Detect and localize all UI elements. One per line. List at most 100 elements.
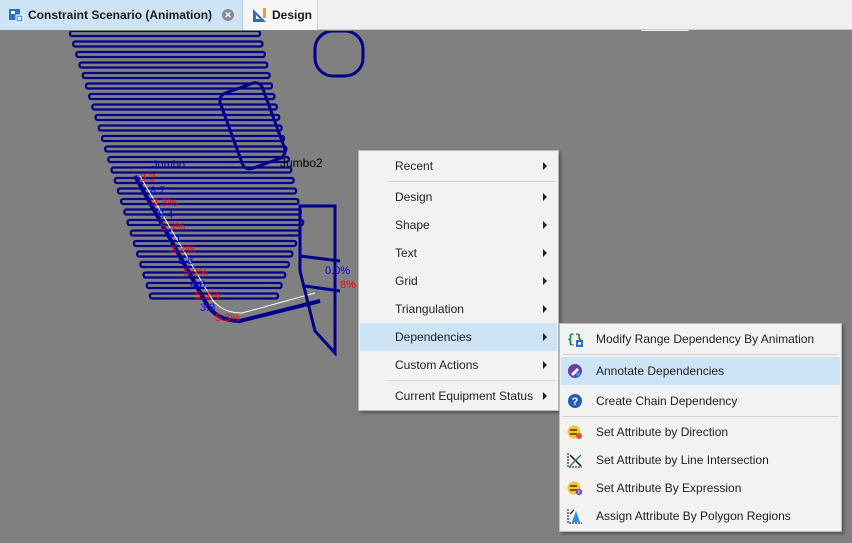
menu-item-recent[interactable]: Recent — [360, 152, 557, 180]
menu-item-label: Text — [395, 246, 418, 260]
menu-item-label: Assign Attribute By Polygon Regions — [596, 509, 791, 523]
design-bar — [91, 103, 278, 111]
menu-item-label: Recent — [395, 159, 434, 173]
design-bar — [136, 250, 294, 258]
percent-label: 8% — [340, 279, 356, 291]
menu-item-label: Annotate Dependencies — [596, 364, 725, 378]
design-bar — [132, 239, 298, 248]
menu-item-label: Create Chain Dependency — [596, 394, 738, 408]
attribute-expression-icon: f — [567, 481, 583, 496]
menu-item-modify-range-dependency[interactable]: {} Modify Range Dependency By Animation — [561, 325, 840, 353]
menu-item-custom-actions[interactable]: Custom Actions — [360, 351, 557, 379]
scenario-icon — [9, 9, 24, 23]
design-linework — [68, 31, 365, 357]
submenu-arrow-icon — [543, 193, 547, 201]
percent-label: 8.4 — [158, 209, 173, 221]
braces-icon: {} — [567, 332, 583, 347]
ramp-outline — [298, 204, 337, 357]
menu-item-label: Custom Actions — [395, 358, 479, 372]
context-menu: Recent Design Shape Text Grid Triangulat… — [358, 150, 559, 411]
percent-label: 3.3% — [152, 197, 177, 209]
submenu-arrow-icon — [543, 392, 547, 400]
menu-separator — [389, 181, 555, 182]
menu-item-create-chain-dependency[interactable]: ? Create Chain Dependency — [561, 387, 840, 415]
design-bar — [75, 50, 266, 59]
submenu-arrow-icon — [543, 361, 547, 369]
line-intersection-icon — [567, 453, 582, 468]
attribute-direction-icon — [567, 425, 582, 439]
menu-item-current-equipment-status[interactable]: Current Equipment Status — [360, 382, 557, 410]
design-bar — [145, 281, 283, 290]
percent-label: 5.8 — [178, 255, 193, 267]
submenu-arrow-icon — [543, 249, 547, 257]
design-bar — [142, 271, 287, 279]
polygon-regions-icon — [567, 509, 582, 524]
close-icon[interactable]: ✕ — [222, 9, 234, 21]
percent-label: 3.3 — [200, 302, 215, 314]
design-bar — [100, 134, 286, 143]
menu-item-set-attribute-by-direction[interactable]: Set Attribute by Direction — [561, 418, 840, 446]
menu-item-label: Grid — [395, 274, 418, 288]
submenu-arrow-icon — [543, 221, 547, 229]
design-bar — [94, 113, 281, 122]
menu-separator — [563, 416, 838, 417]
design-bar — [110, 166, 293, 174]
design-bar — [72, 40, 264, 48]
menu-item-annotate-dependencies[interactable]: Annotate Dependencies — [561, 357, 840, 385]
menu-item-set-attribute-by-expression[interactable]: f Set Attribute By Expression — [561, 474, 840, 502]
percent-label: 0.0% — [325, 265, 350, 277]
design-bar — [81, 71, 271, 80]
svg-text:?: ? — [572, 396, 579, 408]
loop-structure — [313, 31, 365, 78]
menu-item-label: Set Attribute By Expression — [596, 481, 742, 495]
submenu-arrow-icon — [543, 277, 547, 285]
menu-separator — [563, 354, 838, 355]
tab-label: Design — [272, 8, 313, 22]
design-bar — [68, 31, 262, 38]
percent-label: 5.3% — [160, 221, 185, 233]
menu-item-label: Set Attribute by Line Intersection — [596, 453, 769, 467]
tab-constraint-scenario[interactable]: Constraint Scenario (Animation) ✕ — [0, 0, 243, 30]
design-bar — [126, 218, 305, 227]
menu-item-label: Dependencies — [395, 330, 472, 344]
design-icon — [253, 8, 266, 22]
menu-separator — [389, 380, 555, 381]
menu-item-set-attribute-by-line-intersection[interactable]: Set Attribute by Line Intersection — [561, 446, 840, 474]
design-bar — [78, 61, 269, 69]
percent-label: 5.3% — [215, 312, 240, 324]
percent-label: 3.3 — [140, 172, 155, 184]
menu-item-label: Design — [395, 190, 433, 204]
design-bar — [97, 124, 283, 132]
tab-label: Constraint Scenario (Animation) — [28, 8, 213, 22]
menu-item-shape[interactable]: Shape — [360, 211, 557, 239]
menu-item-label: Shape — [395, 218, 430, 232]
menu-item-grid[interactable]: Grid — [360, 267, 557, 295]
percent-label: 5.3% — [195, 290, 220, 302]
menu-item-label: Triangulation — [395, 302, 464, 316]
submenu-arrow-icon — [543, 333, 547, 341]
submenu-arrow-icon — [543, 162, 547, 170]
scene-label-jumbo-partial: Jumbo — [152, 159, 185, 171]
menu-item-dependencies[interactable]: Dependencies — [360, 323, 557, 351]
menu-item-design[interactable]: Design — [360, 183, 557, 211]
menu-item-label: Set Attribute by Direction — [596, 425, 729, 439]
design-bar — [139, 260, 290, 269]
menu-item-label: Modify Range Dependency By Animation — [596, 332, 815, 346]
help-circle-icon: ? — [568, 394, 582, 408]
percent-label: 8.7 — [150, 185, 165, 197]
design-bar — [129, 229, 301, 237]
design-bar — [107, 155, 290, 164]
percent-label: 5.3% — [183, 267, 208, 279]
menu-item-label: Current Equipment Status — [395, 389, 534, 403]
tab-design[interactable]: Design — [244, 0, 318, 30]
design-bar — [123, 208, 302, 216]
scene-label-jumbo2: Jumbo2 — [280, 156, 323, 170]
menu-item-assign-attribute-by-polygon-regions[interactable]: Assign Attribute By Polygon Regions — [561, 502, 840, 530]
menu-item-text[interactable]: Text — [360, 239, 557, 267]
design-bar — [104, 145, 288, 153]
percent-annotations: 3.38.73.3%8.45.3%7.13.3%5.85.3%4.65.3%3.… — [140, 172, 356, 324]
dependencies-submenu: {} Modify Range Dependency By Animation … — [559, 323, 842, 532]
document-tab-bar: Constraint Scenario (Animation) ✕ Design — [0, 0, 852, 30]
annotate-icon — [568, 364, 582, 378]
menu-item-triangulation[interactable]: Triangulation — [360, 295, 557, 323]
